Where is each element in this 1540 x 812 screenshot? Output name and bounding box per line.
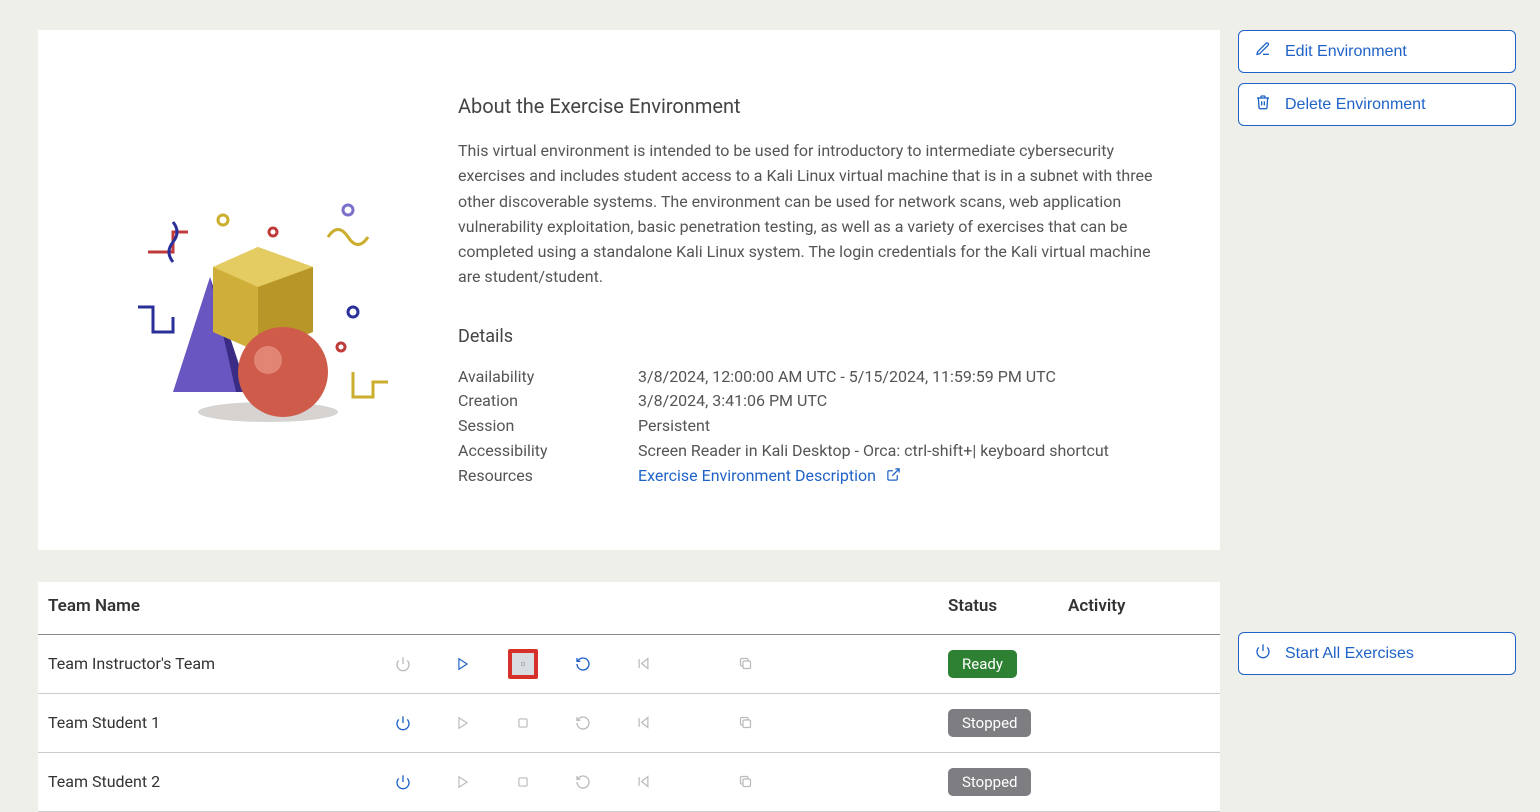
play-icon[interactable] bbox=[448, 708, 478, 738]
refresh-icon[interactable] bbox=[568, 649, 598, 679]
trash-icon bbox=[1255, 94, 1271, 115]
power-icon[interactable] bbox=[388, 708, 418, 738]
reset-icon[interactable] bbox=[628, 767, 658, 797]
power-icon[interactable] bbox=[388, 767, 418, 797]
copy-icon[interactable] bbox=[730, 708, 760, 738]
edit-environment-button[interactable]: Edit Environment bbox=[1238, 30, 1516, 73]
reset-icon[interactable] bbox=[628, 708, 658, 738]
team-name: Team Student 1 bbox=[48, 713, 388, 732]
availability-value: 3/8/2024, 12:00:00 AM UTC - 5/15/2024, 1… bbox=[638, 365, 1170, 390]
refresh-icon[interactable] bbox=[568, 708, 598, 738]
status-badge: Ready bbox=[948, 650, 1017, 678]
stop-icon[interactable] bbox=[508, 767, 538, 797]
details-heading: Details bbox=[458, 326, 1170, 347]
table-row: Team Student 1 Stopped bbox=[38, 694, 1220, 753]
teams-table: Team Name Status Activity Team Instructo… bbox=[38, 582, 1220, 812]
about-description: This virtual environment is intended to … bbox=[458, 138, 1170, 290]
reset-icon[interactable] bbox=[628, 649, 658, 679]
resources-link[interactable]: Exercise Environment Description bbox=[638, 466, 901, 485]
accessibility-value: Screen Reader in Kali Desktop - Orca: ct… bbox=[638, 439, 1170, 464]
external-link-icon bbox=[886, 465, 901, 490]
play-icon[interactable] bbox=[448, 649, 478, 679]
copy-icon[interactable] bbox=[730, 649, 760, 679]
table-row: Team Instructor's Team Ready bbox=[38, 635, 1220, 694]
environment-illustration bbox=[88, 94, 428, 490]
play-icon[interactable] bbox=[448, 767, 478, 797]
status-header: Status bbox=[948, 596, 1068, 616]
start-all-label: Start All Exercises bbox=[1285, 645, 1414, 663]
activity-header: Activity bbox=[1068, 596, 1210, 616]
session-label: Session bbox=[458, 414, 638, 439]
about-heading: About the Exercise Environment bbox=[458, 94, 1170, 118]
availability-label: Availability bbox=[458, 365, 638, 390]
delete-environment-label: Delete Environment bbox=[1285, 96, 1426, 114]
status-badge: Stopped bbox=[948, 709, 1031, 737]
team-name: Team Instructor's Team bbox=[48, 654, 388, 673]
accessibility-label: Accessibility bbox=[458, 439, 638, 464]
stop-icon[interactable] bbox=[508, 708, 538, 738]
environment-card: About the Exercise Environment This virt… bbox=[38, 30, 1220, 550]
delete-environment-button[interactable]: Delete Environment bbox=[1238, 83, 1516, 126]
start-all-exercises-button[interactable]: Start All Exercises bbox=[1238, 632, 1516, 675]
power-icon[interactable] bbox=[388, 649, 418, 679]
edit-environment-label: Edit Environment bbox=[1285, 43, 1407, 61]
power-icon bbox=[1255, 643, 1271, 664]
table-row: Team Student 2 Stopped bbox=[38, 753, 1220, 812]
status-badge: Stopped bbox=[948, 768, 1031, 796]
team-name-header: Team Name bbox=[48, 596, 388, 616]
pencil-icon bbox=[1255, 41, 1271, 62]
refresh-icon[interactable] bbox=[568, 767, 598, 797]
creation-label: Creation bbox=[458, 389, 638, 414]
creation-value: 3/8/2024, 3:41:06 PM UTC bbox=[638, 389, 1170, 414]
session-value: Persistent bbox=[638, 414, 1170, 439]
team-name: Team Student 2 bbox=[48, 772, 388, 791]
stop-icon[interactable] bbox=[508, 649, 538, 679]
copy-icon[interactable] bbox=[730, 767, 760, 797]
resources-label: Resources bbox=[458, 464, 638, 490]
resources-link-text: Exercise Environment Description bbox=[638, 466, 876, 485]
